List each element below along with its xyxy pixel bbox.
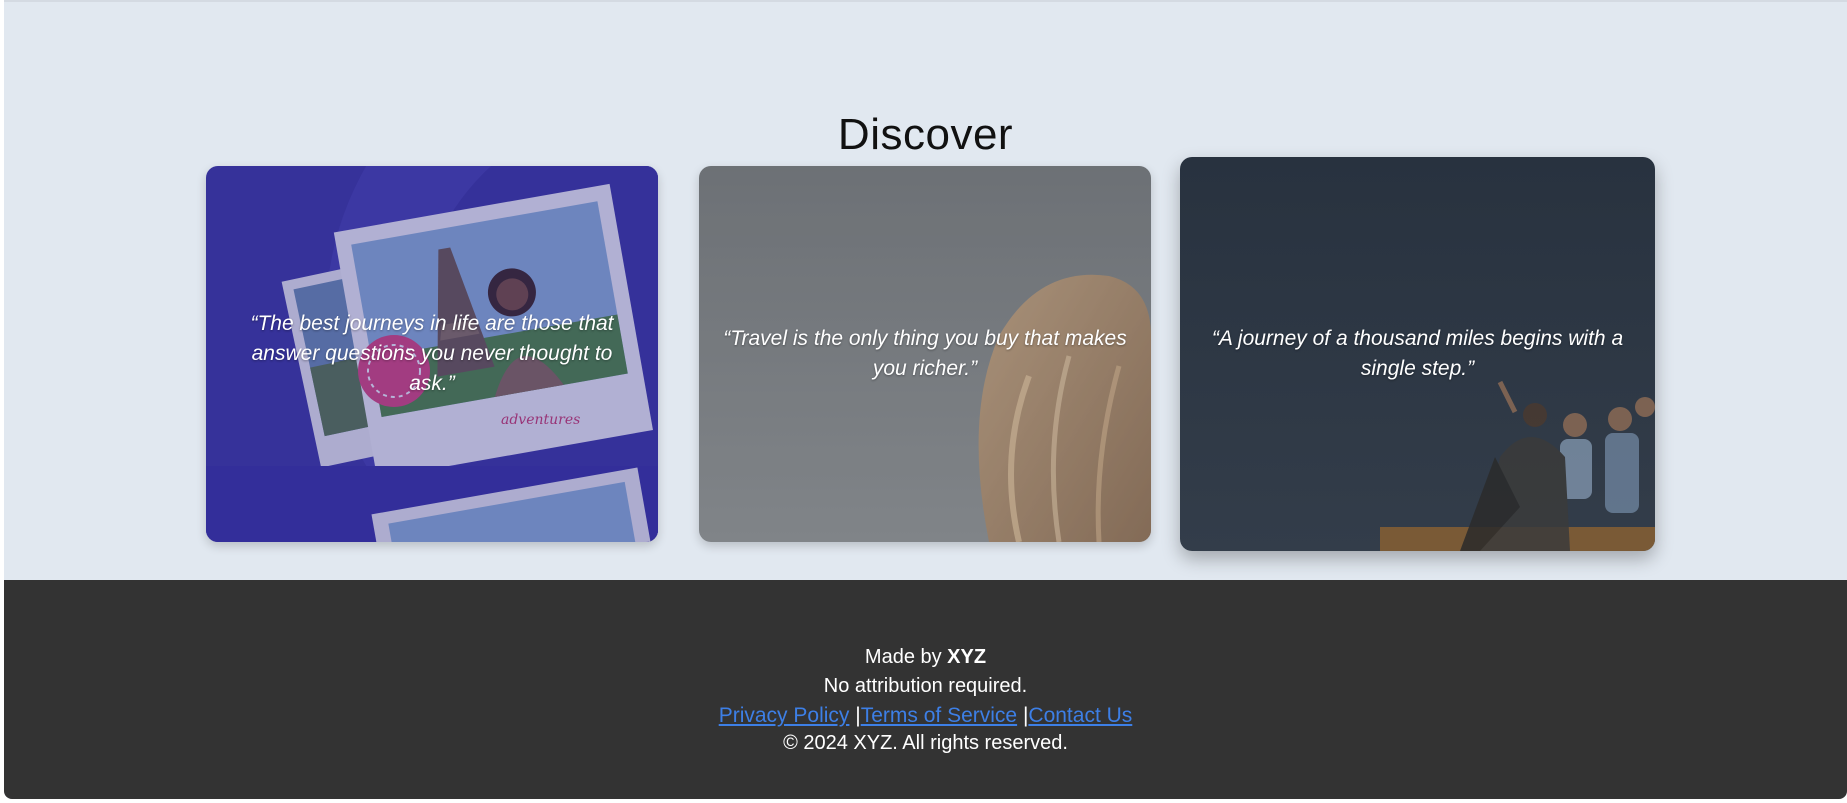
section-title: Discover (837, 110, 1014, 159)
quote-card-2[interactable]: “Travel is the only thing you buy that m… (699, 166, 1151, 542)
card-3-quote: “A journey of a thousand miles begins wi… (1211, 327, 1624, 380)
page-frame: Discover adventures “The best journeys i… (4, 0, 1847, 799)
card-2-quote: “Travel is the only thing you buy that m… (723, 327, 1127, 380)
footer: Made by XYZ No attribution required. Pri… (4, 580, 1847, 799)
footer-made-by-name: XYZ (947, 646, 987, 668)
privacy-policy-link[interactable]: Privacy Policy (719, 704, 850, 727)
quote-card-1[interactable]: adventures “The best journeys in life ar… (206, 166, 658, 542)
quote-card-3[interactable]: “A journey of a thousand miles begins wi… (1180, 157, 1655, 551)
discover-section: Discover adventures “The best journeys i… (4, 2, 1847, 580)
footer-made-by: Made by XYZ (4, 644, 1847, 670)
footer-attribution: No attribution required. (823, 675, 1028, 697)
terms-of-service-link[interactable]: Terms of Service (861, 704, 1017, 727)
card-1-quote: “The best journeys in life are those tha… (250, 312, 614, 395)
contact-us-link[interactable]: Contact Us (1028, 704, 1132, 727)
footer-copyright: © 2024 XYZ. All rights reserved. (783, 732, 1068, 754)
footer-made-by-prefix: Made by (864, 646, 948, 668)
footer-links: Privacy Policy |Terms of Service |Contac… (4, 703, 1847, 729)
